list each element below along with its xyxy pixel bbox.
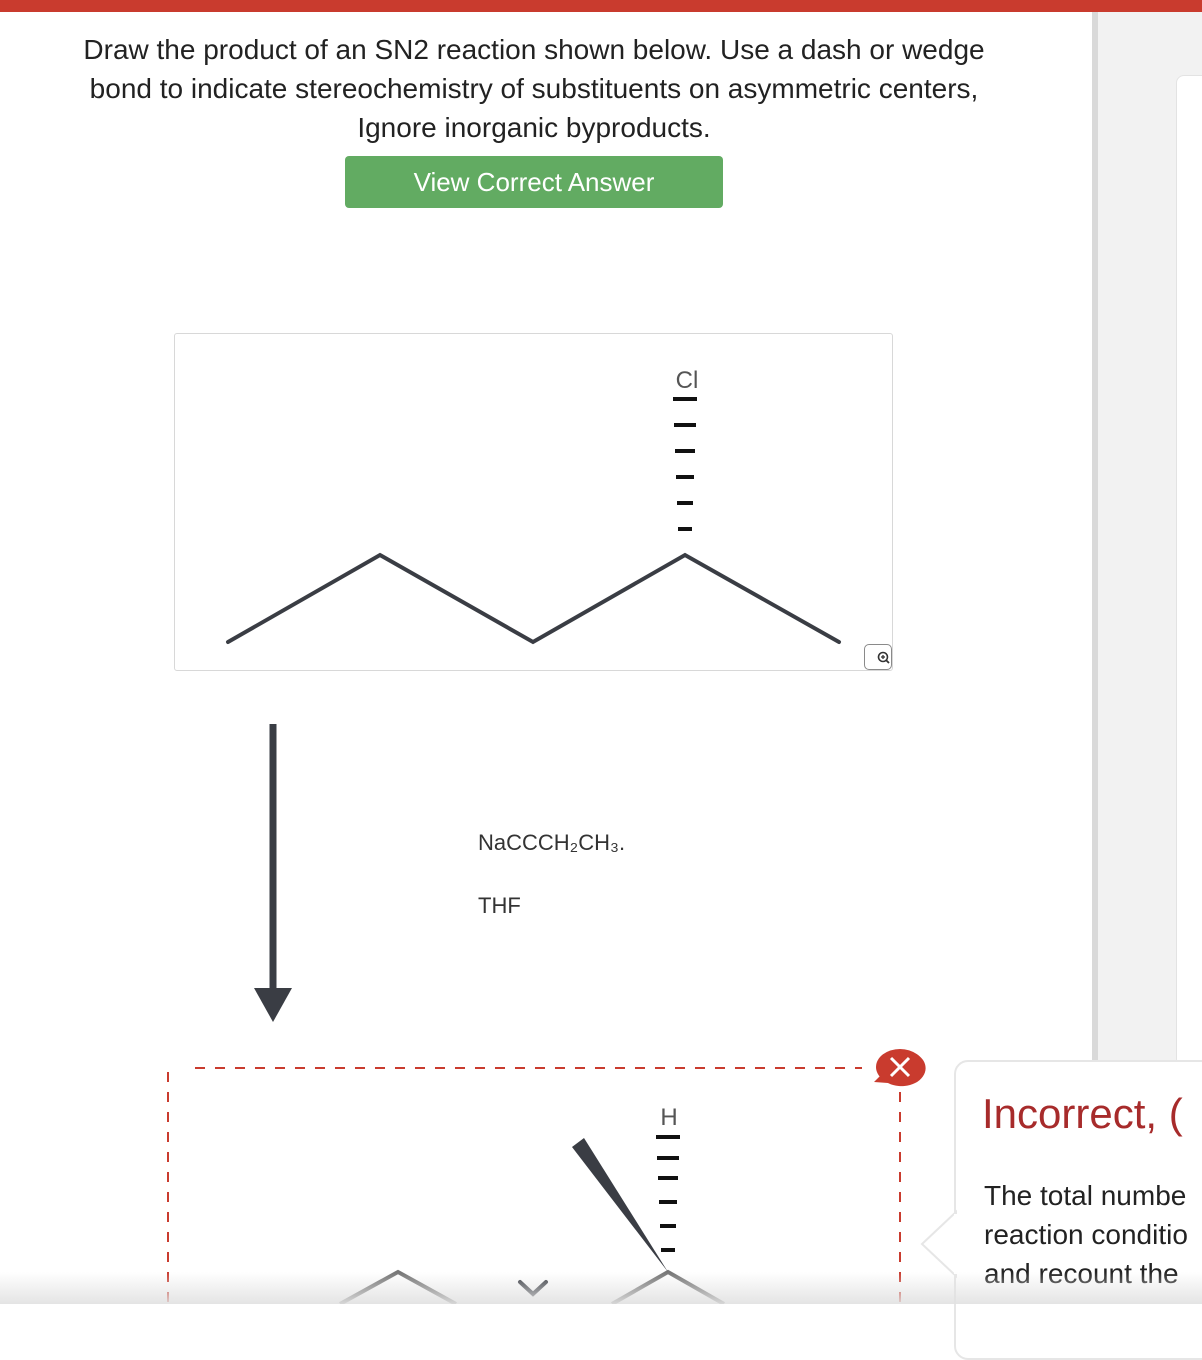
bottom-scroll-fade <box>0 1272 1202 1304</box>
reagent-solvent: THF <box>478 893 521 918</box>
chlorine-label: Cl <box>676 367 699 394</box>
answer-drawing-area[interactable] <box>167 1067 901 1304</box>
feedback-title: Incorrect, ( <box>982 1090 1183 1137</box>
feedback-line-1: The total numbe <box>984 1180 1187 1211</box>
reactant-carbon-chain <box>226 552 841 645</box>
reactant-molecule <box>226 552 841 645</box>
hydrogen-label: H <box>660 1104 677 1131</box>
feedback-line-2: reaction conditio <box>984 1219 1188 1250</box>
reagent-nucleophile: NaCCCH₂CH₃. <box>478 830 626 855</box>
down-arrow-icon <box>254 724 292 1022</box>
answer-dash-bond <box>656 1135 680 1252</box>
answer-wedge-bond <box>572 1138 668 1272</box>
close-x-icon[interactable] <box>874 1049 926 1087</box>
reactant-dash-bond <box>673 397 697 531</box>
